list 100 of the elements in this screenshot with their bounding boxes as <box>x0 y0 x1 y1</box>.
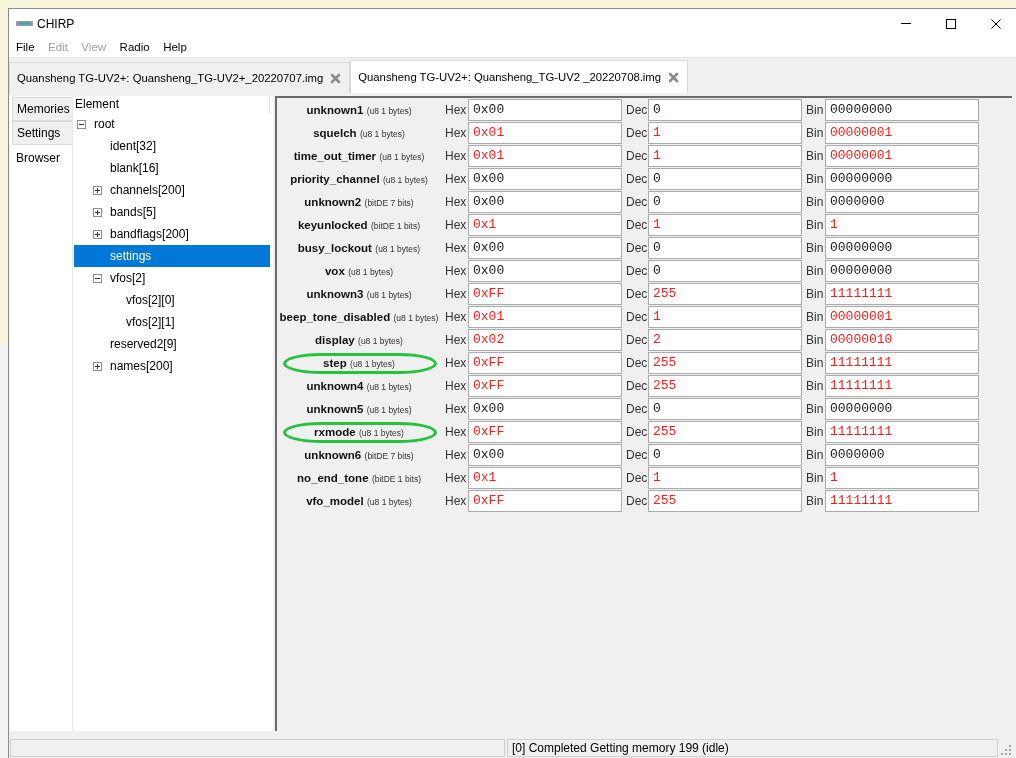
side-tab[interactable]: Memories <box>12 97 72 121</box>
bin-field[interactable]: 0000000 <box>825 191 979 213</box>
dec-field[interactable]: 255 <box>648 283 802 305</box>
field-name: beep_tone_disabled <box>279 311 391 323</box>
plus-box-icon[interactable] <box>93 207 102 217</box>
dec-field[interactable]: 1 <box>648 145 802 167</box>
tree-item[interactable]: bandflags[200] <box>74 223 270 245</box>
bin-field[interactable]: 00000000 <box>825 260 979 282</box>
bin-field[interactable]: 00000000 <box>825 99 979 121</box>
dec-field[interactable]: 0 <box>648 99 802 121</box>
file-tab[interactable]: Quansheng TG-UV2+: Quansheng_TG-UV2+_20220707.img <box>9 62 351 93</box>
bin-field[interactable]: 00000001 <box>825 145 979 167</box>
dec-field[interactable]: 255 <box>648 490 802 512</box>
dec-field[interactable]: 255 <box>648 352 802 374</box>
dec-field[interactable]: 0 <box>648 444 802 466</box>
field-name: busy_lockout <box>297 242 372 254</box>
dec-field[interactable]: 0 <box>648 191 802 213</box>
dec-field[interactable]: 255 <box>648 421 802 443</box>
dec-label: Dec <box>625 102 648 119</box>
file-tab[interactable]: Quansheng TG-UV2+: Quansheng_TG-UV2 _20220708.img <box>350 60 689 93</box>
tree-item[interactable]: ident[32] <box>74 135 270 157</box>
tree-item[interactable]: root <box>74 113 270 135</box>
field-name: unknown1 <box>306 104 364 116</box>
size-grip-icon[interactable] <box>1000 744 1012 756</box>
field-type: (bitDE 1 bits) <box>371 474 421 484</box>
maximize-icon[interactable] <box>945 18 956 29</box>
bin-field[interactable]: 11111111 <box>825 421 979 443</box>
hex-field[interactable]: 0xFF <box>468 490 622 512</box>
menu-item[interactable]: Help <box>156 39 194 56</box>
bin-field[interactable]: 1 <box>825 214 979 236</box>
field-type: (u8 1 bytes) <box>366 405 412 415</box>
bin-field[interactable]: 11111111 <box>825 352 979 374</box>
dec-field[interactable]: 0 <box>648 168 802 190</box>
dec-label: Dec <box>625 171 648 188</box>
menu-item[interactable]: File <box>9 39 42 56</box>
tree-item[interactable]: bands[5] <box>74 201 270 223</box>
column-header[interactable]: Element <box>74 96 270 113</box>
tree-item[interactable]: blank[16] <box>74 157 270 179</box>
hex-field[interactable]: 0x01 <box>468 122 622 144</box>
hex-field[interactable]: 0x1 <box>468 467 622 489</box>
side-tab[interactable]: Settings <box>12 121 72 145</box>
menu-item[interactable]: Radio <box>112 39 157 56</box>
hex-field[interactable]: 0xFF <box>468 375 622 397</box>
tree-item[interactable]: names[200] <box>74 355 270 377</box>
hex-field[interactable]: 0xFF <box>468 352 622 374</box>
bin-field[interactable]: 11111111 <box>825 283 979 305</box>
hex-field[interactable]: 0xFF <box>468 283 622 305</box>
dec-field[interactable]: 1 <box>648 467 802 489</box>
bin-field[interactable]: 00000000 <box>825 398 979 420</box>
bin-field[interactable]: 00000001 <box>825 122 979 144</box>
dec-field[interactable]: 2 <box>648 329 802 351</box>
bin-field[interactable]: 00000010 <box>825 329 979 351</box>
hex-field[interactable]: 0x01 <box>468 306 622 328</box>
hex-field[interactable]: 0x00 <box>468 99 622 121</box>
hex-field[interactable]: 0x00 <box>468 168 622 190</box>
bin-label: Bin <box>805 286 824 303</box>
dec-field[interactable]: 1 <box>648 122 802 144</box>
dec-label: Dec <box>625 355 648 372</box>
dec-field[interactable]: 255 <box>648 375 802 397</box>
hex-field[interactable]: 0x01 <box>468 145 622 167</box>
field-name: unknown6 <box>304 449 362 461</box>
plus-box-icon[interactable] <box>93 361 102 371</box>
bin-field[interactable]: 11111111 <box>825 375 979 397</box>
dec-label: Dec <box>625 148 648 165</box>
hex-field[interactable]: 0x00 <box>468 260 622 282</box>
dec-field[interactable]: 1 <box>648 306 802 328</box>
bin-field[interactable]: 00000000 <box>825 168 979 190</box>
hex-field[interactable]: 0x02 <box>468 329 622 351</box>
bin-field[interactable]: 00000001 <box>825 306 979 328</box>
bin-field[interactable]: 1 <box>825 467 979 489</box>
hex-field[interactable]: 0x1 <box>468 214 622 236</box>
tree-item[interactable]: vfos[2] <box>74 267 270 289</box>
hex-field[interactable]: 0x00 <box>468 191 622 213</box>
hex-field[interactable]: 0x00 <box>468 444 622 466</box>
dec-field[interactable]: 0 <box>648 237 802 259</box>
field-type: (u8 1 bytes) <box>367 497 412 507</box>
minimize-icon[interactable] <box>900 23 911 24</box>
bin-field[interactable]: 00000000 <box>825 237 979 259</box>
tree-item[interactable]: channels[200] <box>74 179 270 201</box>
tree-item[interactable]: vfos[2][1] <box>74 311 270 333</box>
dec-field[interactable]: 0 <box>648 260 802 282</box>
hex-label: Hex <box>444 102 467 119</box>
hex-field[interactable]: 0xFF <box>468 421 622 443</box>
plus-box-icon[interactable] <box>93 185 102 195</box>
hex-label: Hex <box>444 148 467 165</box>
field-type: (bitDE 7 bits) <box>364 198 414 208</box>
hex-label: Hex <box>444 240 467 257</box>
dec-field[interactable]: 0 <box>648 398 802 420</box>
tree-item[interactable]: reserved2[9] <box>74 333 270 355</box>
plus-box-icon[interactable] <box>93 229 102 239</box>
minus-box-icon[interactable] <box>77 119 86 129</box>
minus-box-icon[interactable] <box>93 273 102 283</box>
hex-field[interactable]: 0x00 <box>468 398 622 420</box>
dec-field[interactable]: 1 <box>648 214 802 236</box>
close-icon[interactable] <box>990 18 1001 29</box>
hex-field[interactable]: 0x00 <box>468 237 622 259</box>
bin-field[interactable]: 0000000 <box>825 444 979 466</box>
bin-field[interactable]: 11111111 <box>825 490 979 512</box>
tree-item[interactable]: settings <box>74 245 270 267</box>
tree-item[interactable]: vfos[2][0] <box>74 289 270 311</box>
